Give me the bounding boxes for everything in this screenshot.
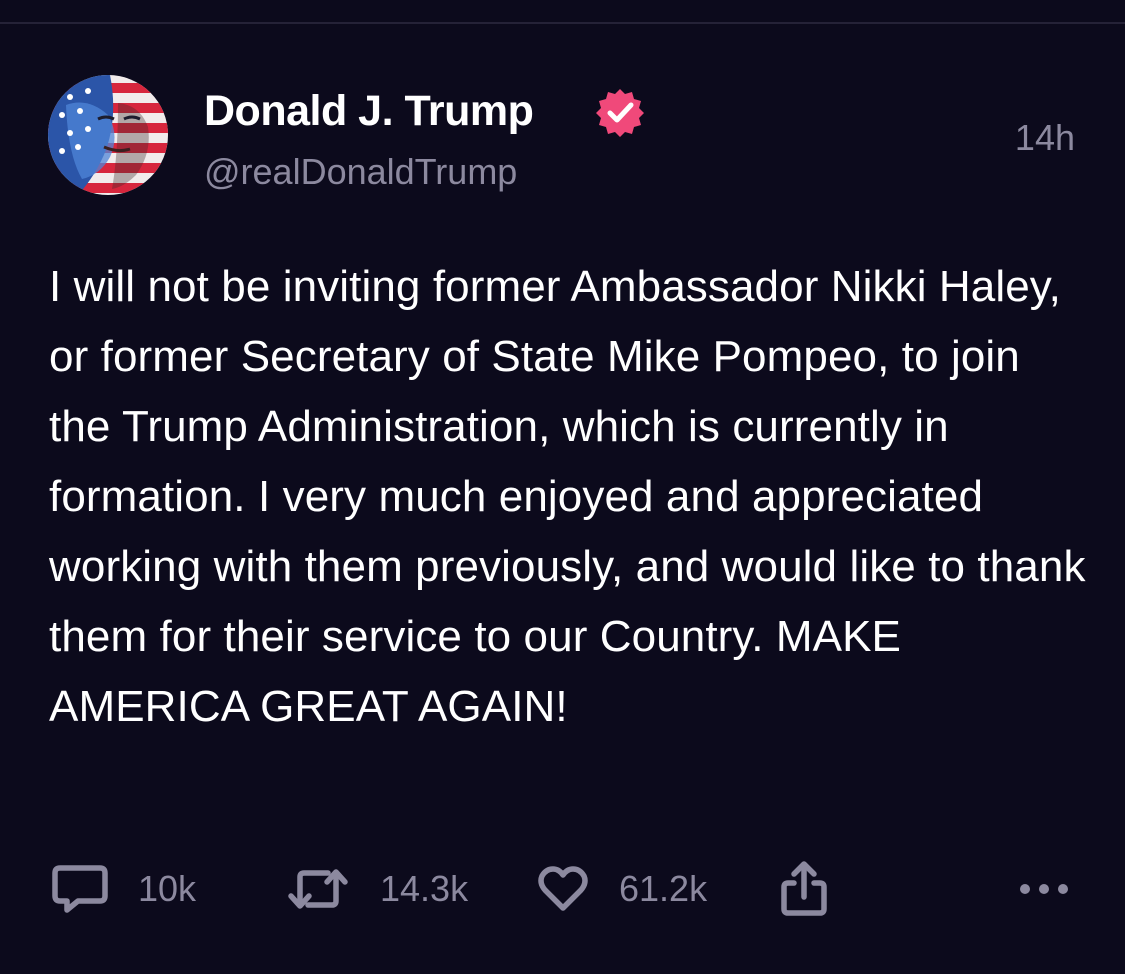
more-dots-icon	[1016, 879, 1072, 899]
post-card[interactable]: Donald J. Trump @realDonaldTrump 14h I w…	[0, 24, 1125, 974]
like-count: 61.2k	[619, 868, 708, 909]
repost-button[interactable]: 14.3k	[286, 854, 468, 924]
heart-icon	[537, 865, 589, 913]
avatar[interactable]	[48, 75, 168, 195]
repost-icon	[286, 863, 350, 915]
more-options-button[interactable]	[1016, 854, 1072, 924]
verified-badge-icon	[594, 86, 646, 138]
reply-button[interactable]: 10k	[50, 854, 196, 924]
action-bar: 10k 14.3k 61.2k	[0, 854, 1125, 924]
post-text: I will not be inviting former Ambassador…	[49, 262, 1086, 731]
display-name[interactable]: Donald J. Trump	[204, 86, 534, 136]
like-button[interactable]: 61.2k	[537, 854, 707, 924]
post-timestamp[interactable]: 14h	[1015, 116, 1075, 160]
share-icon	[776, 859, 832, 919]
avatar-image	[48, 75, 168, 195]
share-button[interactable]	[776, 854, 832, 924]
repost-count: 14.3k	[380, 868, 469, 909]
reply-bubble-icon	[50, 863, 110, 915]
reply-count: 10k	[138, 868, 197, 909]
user-handle[interactable]: @realDonaldTrump	[204, 150, 517, 194]
